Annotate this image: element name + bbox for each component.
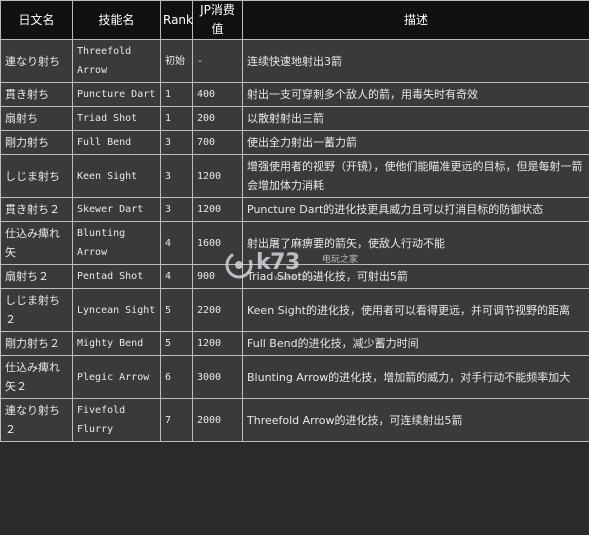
description-cell: Full Bend的进化技，减少蓄力时间 <box>242 331 589 356</box>
jp-name-cell: 剛力射ち <box>0 130 73 155</box>
description-cell: Blunting Arrow的进化技，增加箭的威力，对手行动不能频率加大 <box>242 355 589 399</box>
description-cell: Triad Shot的进化技，可射出5箭 <box>242 264 589 289</box>
table-row: 剛力射ち Full Bend 3 700 使出全力射出一蓄力箭 <box>0 130 589 155</box>
skill-name-cell: Puncture Dart <box>72 82 161 107</box>
rank-cell: 4 <box>160 221 193 265</box>
jp-name-cell: 剛力射ち２ <box>0 331 73 356</box>
rank-cell: 3 <box>160 197 193 222</box>
jp-cost-cell: 1600 <box>192 221 243 265</box>
table-row: 仕込み痺れ矢２ Plegic Arrow 6 3000 Blunting Arrow的进… <box>0 355 589 399</box>
jp-name-cell: しじま射ち２ <box>0 288 73 332</box>
rank-cell: 3 <box>160 130 193 155</box>
description-cell: 使出全力射出一蓄力箭 <box>242 130 589 155</box>
jp-cost-cell: 2000 <box>192 398 243 442</box>
rank-cell: 1 <box>160 82 193 107</box>
jp-name-cell: 仕込み痺れ矢２ <box>0 355 73 399</box>
skill-name-cell: Blunting Arrow <box>72 221 161 265</box>
skill-name-cell: Skewer Dart <box>72 197 161 222</box>
skill-name-cell: Threefold Arrow <box>72 39 161 83</box>
rank-cell: 5 <box>160 288 193 332</box>
skill-name-cell: Plegic Arrow <box>72 355 161 399</box>
table-row: 連なり射ち Threefold Arrow 初始 - 连续快速地射出3箭 <box>0 39 589 83</box>
skill-name-cell: Pentad Shot <box>72 264 161 289</box>
header-skill-name: 技能名 <box>72 0 161 40</box>
skill-name-cell: Fivefold Flurry <box>72 398 161 442</box>
rank-cell: 1 <box>160 106 193 131</box>
description-cell: 连续快速地射出3箭 <box>242 39 589 83</box>
rank-cell: 初始 <box>160 39 193 83</box>
description-cell: 以散射射出三箭 <box>242 106 589 131</box>
jp-cost-cell: 700 <box>192 130 243 155</box>
table-row: 貫き射ち２ Skewer Dart 3 1200 Puncture Dart的进化技更具… <box>0 197 589 222</box>
table-row: 貫き射ち Puncture Dart 1 400 射出一支可穿刺多个敌人的箭，用毒失时有… <box>0 82 589 107</box>
table-row: 扇射ち Triad Shot 1 200 以散射射出三箭 <box>0 106 589 131</box>
jp-name-cell: 貫き射ち２ <box>0 197 73 222</box>
header-row: 日文名 技能名 Rank JP消费值 描述 <box>0 0 589 40</box>
skills-table: 日文名 技能名 Rank JP消费值 描述 連なり射ち Threefold Arr… <box>0 0 589 442</box>
jp-cost-cell: - <box>192 39 243 83</box>
table-row: 仕込み痺れ矢 Blunting Arrow 4 1600 射出屠了麻痹要的箭矢，使敌人行… <box>0 221 589 265</box>
table-body: 連なり射ち Threefold Arrow 初始 - 连续快速地射出3箭 貫き射ち Punc… <box>0 39 589 442</box>
table-row: 連なり射ち２ Fivefold Flurry 7 2000 Threefold Arro… <box>0 398 589 442</box>
header-jp-name: 日文名 <box>0 0 73 40</box>
table-row: 剛力射ち２ Mighty Bend 5 1200 Full Bend的进化技，减少蓄力时… <box>0 331 589 356</box>
skill-name-cell: Triad Shot <box>72 106 161 131</box>
jp-cost-cell: 1200 <box>192 197 243 222</box>
jp-cost-cell: 2200 <box>192 288 243 332</box>
rank-cell: 4 <box>160 264 193 289</box>
rank-cell: 6 <box>160 355 193 399</box>
header-rank: Rank <box>160 0 193 40</box>
skill-name-cell: Full Bend <box>72 130 161 155</box>
jp-name-cell: 貫き射ち <box>0 82 73 107</box>
skill-name-cell: Lyncean Sight <box>72 288 161 332</box>
jp-cost-cell: 900 <box>192 264 243 289</box>
jp-cost-cell: 200 <box>192 106 243 131</box>
rank-cell: 3 <box>160 154 193 198</box>
skill-name-cell: Keen Sight <box>72 154 161 198</box>
jp-cost-cell: 3000 <box>192 355 243 399</box>
jp-cost-cell: 1200 <box>192 331 243 356</box>
description-cell: Keen Sight的进化技，使用者可以看得更远，并可调节视野的距离 <box>242 288 589 332</box>
header-jp-cost: JP消费值 <box>192 0 243 40</box>
jp-cost-cell: 1200 <box>192 154 243 198</box>
jp-name-cell: 扇射ち２ <box>0 264 73 289</box>
table-row: 扇射ち２ Pentad Shot 4 900 Triad Shot的进化技，可射出5箭 <box>0 264 589 289</box>
jp-name-cell: しじま射ち <box>0 154 73 198</box>
description-cell: 射出屠了麻痹要的箭矢，使敌人行动不能 <box>242 221 589 265</box>
description-cell: 增强使用者的视野（开镜），使他们能瞄准更远的目标，但是每射一箭会增加体力消耗 <box>242 154 589 198</box>
jp-name-cell: 仕込み痺れ矢 <box>0 221 73 265</box>
jp-name-cell: 扇射ち <box>0 106 73 131</box>
skill-name-cell: Mighty Bend <box>72 331 161 356</box>
table-row: しじま射ち２ Lyncean Sight 5 2200 Keen Sight的进化技，使… <box>0 288 589 332</box>
rank-cell: 7 <box>160 398 193 442</box>
jp-cost-cell: 400 <box>192 82 243 107</box>
description-cell: 射出一支可穿刺多个敌人的箭，用毒失时有奇效 <box>242 82 589 107</box>
table-row: しじま射ち Keen Sight 3 1200 增强使用者的视野（开镜），使他们能瞄准更… <box>0 154 589 198</box>
description-cell: Puncture Dart的进化技更具威力且可以打消目标的防御状态 <box>242 197 589 222</box>
jp-name-cell: 連なり射ち２ <box>0 398 73 442</box>
description-cell: Threefold Arrow的进化技，可连续射出5箭 <box>242 398 589 442</box>
jp-name-cell: 連なり射ち <box>0 39 73 83</box>
rank-cell: 5 <box>160 331 193 356</box>
header-description: 描述 <box>242 0 589 40</box>
